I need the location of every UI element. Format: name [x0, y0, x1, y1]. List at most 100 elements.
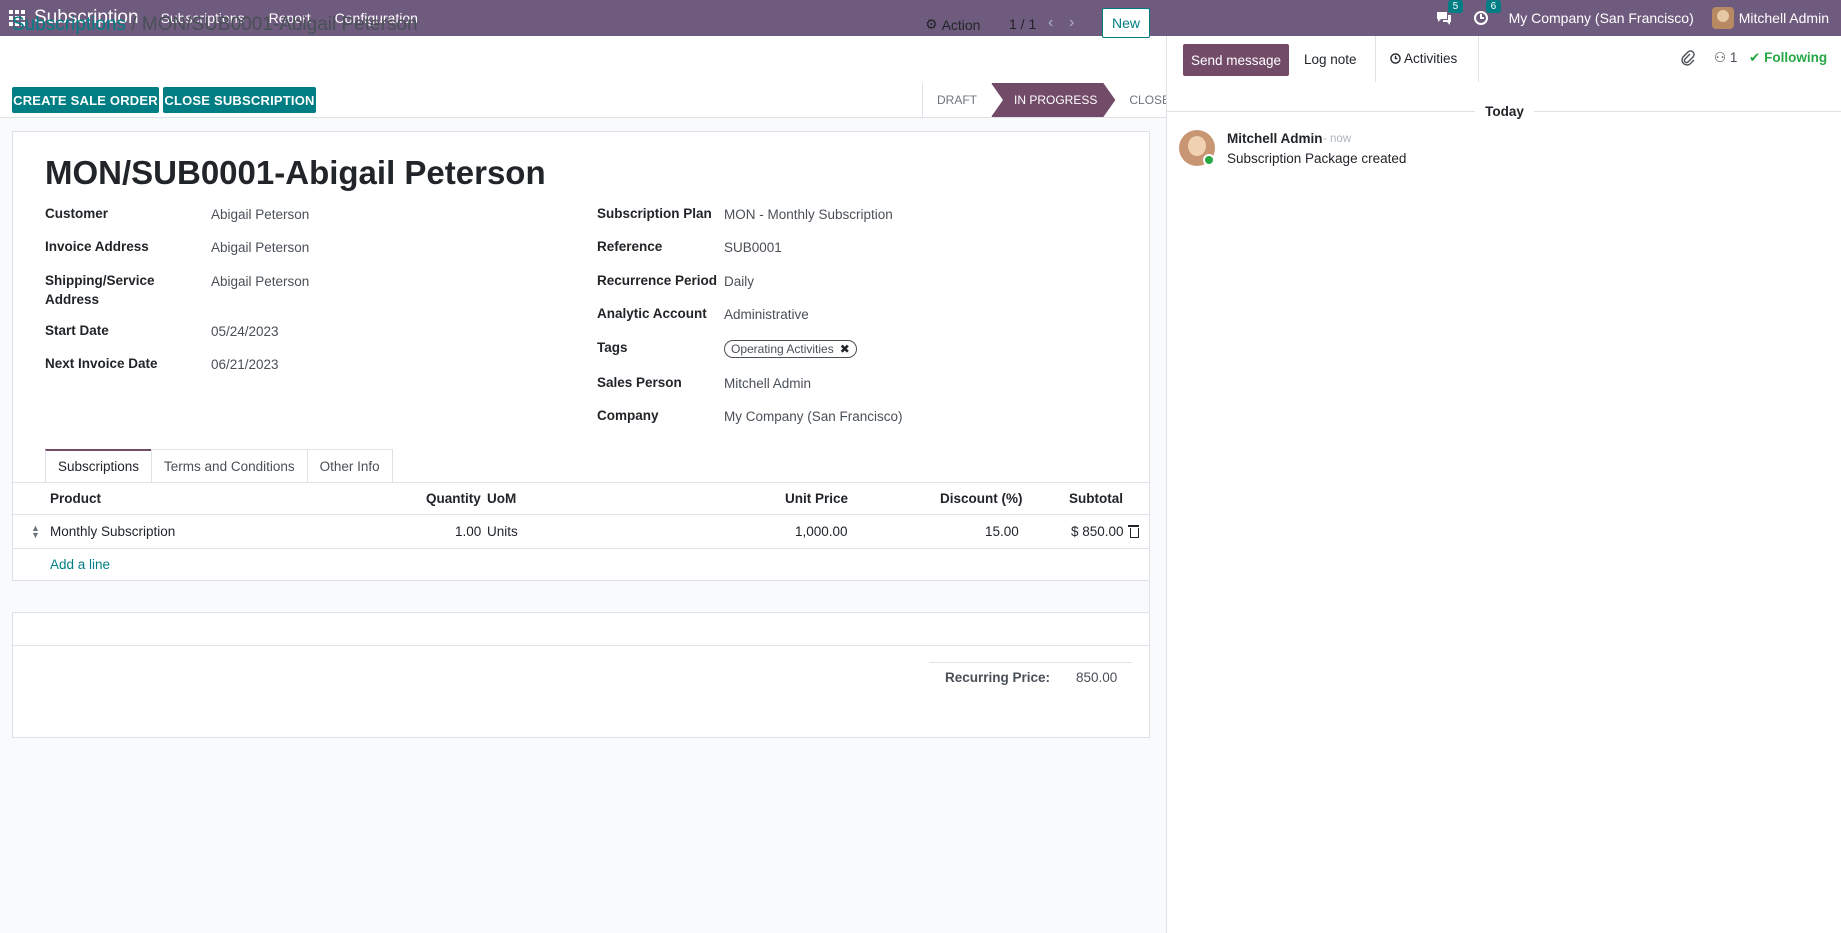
pager-next-icon[interactable]: ›: [1069, 14, 1074, 32]
totals-divider: [929, 662, 1132, 663]
tab-divider: [12, 482, 1149, 483]
messages-badge: 5: [1447, 0, 1464, 13]
paperclip-icon[interactable]: [1681, 50, 1695, 70]
col-unit-price[interactable]: Unit Price: [785, 491, 848, 506]
divider: [1478, 36, 1479, 82]
tab-terms-and-conditions[interactable]: Terms and Conditions: [151, 449, 308, 482]
record-title[interactable]: MON/SUB0001-Abigail Peterson: [45, 154, 546, 192]
company-field[interactable]: My Company (San Francisco): [724, 409, 903, 424]
following-button[interactable]: ✔ Following: [1749, 50, 1827, 66]
log-note-button[interactable]: Log note: [1304, 52, 1357, 67]
col-product[interactable]: Product: [50, 491, 101, 506]
company-label: Company: [597, 408, 659, 423]
empty-row: [12, 581, 1149, 613]
clock-icon: [1390, 53, 1401, 64]
delete-line-icon[interactable]: [1128, 524, 1139, 538]
next-invoice-date-label: Next Invoice Date: [45, 356, 158, 371]
following-label: Following: [1764, 50, 1828, 65]
check-icon: ✔: [1749, 50, 1761, 65]
shipping-address-label: Shipping/Service: [45, 273, 155, 288]
start-date-field[interactable]: 05/24/2023: [211, 324, 279, 339]
tag-label: Operating Activities: [731, 342, 834, 356]
action-menu-button[interactable]: ⚙ Action: [925, 16, 980, 33]
followers-count: 1: [1729, 50, 1738, 65]
start-date-label: Start Date: [45, 323, 109, 338]
activities-badge: 6: [1485, 0, 1502, 13]
status-bar: DRAFT IN PROGRESS CLOSED: [922, 83, 1193, 117]
user-name: Mitchell Admin: [1738, 10, 1829, 26]
activities-label: Activities: [1404, 51, 1458, 66]
col-quantity[interactable]: Quantity: [426, 491, 481, 506]
invoice-address-field[interactable]: Abigail Peterson: [211, 240, 309, 255]
create-sale-order-button[interactable]: CREATE SALE ORDER: [12, 87, 159, 113]
date-separator-label: Today: [1475, 104, 1534, 119]
customer-label: Customer: [45, 206, 109, 221]
recurring-price-value: 850.00: [1076, 670, 1118, 685]
breadcrumb: Subscriptions / MON/SUB0001-Abigail Pete…: [12, 14, 418, 36]
row-divider: [12, 548, 1149, 549]
recurrence-period-field[interactable]: Daily: [724, 274, 754, 289]
tab-subscriptions[interactable]: Subscriptions: [45, 449, 153, 482]
send-message-button[interactable]: Send message: [1183, 44, 1289, 76]
col-uom[interactable]: UoM: [487, 491, 516, 506]
header-divider: [12, 514, 1149, 515]
sales-person-field[interactable]: Mitchell Admin: [724, 376, 811, 391]
breadcrumb-current: MON/SUB0001-Abigail Peterson: [141, 14, 418, 35]
remove-tag-icon[interactable]: ✖: [840, 342, 850, 356]
analytic-account-label: Analytic Account: [597, 306, 707, 321]
chatter-topbar: Send message Log note Activities ⚇ 1 ✔ F…: [1167, 36, 1841, 82]
online-status-icon: [1203, 154, 1215, 166]
col-subtotal[interactable]: Subtotal: [1069, 491, 1123, 506]
cell-unit-price[interactable]: 1,000.00: [795, 524, 848, 539]
customer-field[interactable]: Abigail Peterson: [211, 207, 309, 222]
sales-person-label: Sales Person: [597, 375, 682, 390]
message-body: Subscription Package created: [1227, 151, 1407, 166]
tags-label: Tags: [597, 340, 628, 355]
message-time: - now: [1323, 133, 1352, 145]
drag-handle-icon[interactable]: ▲ ▼: [31, 524, 40, 540]
tag-operating-activities[interactable]: Operating Activities ✖: [724, 340, 857, 358]
cell-discount[interactable]: 15.00: [985, 524, 1019, 539]
invoice-address-label: Invoice Address: [45, 239, 149, 254]
shipping-address-field[interactable]: Abigail Peterson: [211, 274, 309, 289]
breadcrumb-separator: /: [131, 14, 137, 35]
next-invoice-date-field[interactable]: 06/21/2023: [211, 357, 279, 372]
cell-product[interactable]: Monthly Subscription: [50, 524, 175, 539]
date-separator: Today: [1167, 103, 1841, 120]
activities-button[interactable]: Activities: [1390, 51, 1457, 66]
col-discount[interactable]: Discount (%): [940, 491, 1023, 506]
pager-value[interactable]: 1 / 1: [1009, 16, 1036, 32]
table-bottom-divider: [12, 645, 1149, 646]
new-button[interactable]: New: [1102, 8, 1150, 38]
followers-button[interactable]: ⚇ 1: [1714, 50, 1737, 66]
pager-prev-icon[interactable]: ‹: [1048, 14, 1053, 32]
notebook-tabs: Subscriptions Terms and Conditions Other…: [45, 449, 393, 482]
person-icon: ⚇: [1714, 50, 1727, 65]
subscription-plan-field[interactable]: MON - Monthly Subscription: [724, 207, 893, 222]
activities-clock-icon[interactable]: 6: [1473, 0, 1502, 26]
cell-subtotal: $ 850.00: [1071, 524, 1124, 539]
breadcrumb-subscriptions[interactable]: Subscriptions: [12, 14, 126, 35]
company-switcher[interactable]: My Company (San Francisco): [1509, 10, 1694, 26]
recurrence-period-label: Recurrence Period: [597, 273, 718, 288]
form-sheet: [12, 131, 1150, 738]
reference-label: Reference: [597, 239, 663, 254]
message-author[interactable]: Mitchell Admin: [1227, 131, 1323, 146]
status-draft[interactable]: DRAFT: [922, 83, 991, 117]
messages-icon[interactable]: 5: [1435, 0, 1464, 26]
row-divider: [12, 612, 1149, 613]
add-line-link[interactable]: Add a line: [50, 557, 110, 572]
analytic-account-field[interactable]: Administrative: [724, 307, 809, 322]
cell-quantity[interactable]: 1.00: [455, 524, 481, 539]
action-label: Action: [941, 16, 981, 33]
user-menu[interactable]: Mitchell Admin: [1711, 7, 1829, 29]
tab-other-info[interactable]: Other Info: [306, 449, 393, 482]
cell-uom[interactable]: Units: [487, 524, 518, 539]
user-avatar: [1711, 7, 1734, 29]
reference-field[interactable]: SUB0001: [724, 240, 782, 255]
status-in-progress[interactable]: IN PROGRESS: [991, 83, 1115, 117]
gear-icon: ⚙: [925, 16, 938, 32]
chatter-panel: Send message Log note Activities ⚇ 1 ✔ F…: [1166, 36, 1841, 933]
close-subscription-button[interactable]: CLOSE SUBSCRIPTION: [163, 87, 316, 113]
recurring-price-label: Recurring Price:: [945, 670, 1051, 685]
